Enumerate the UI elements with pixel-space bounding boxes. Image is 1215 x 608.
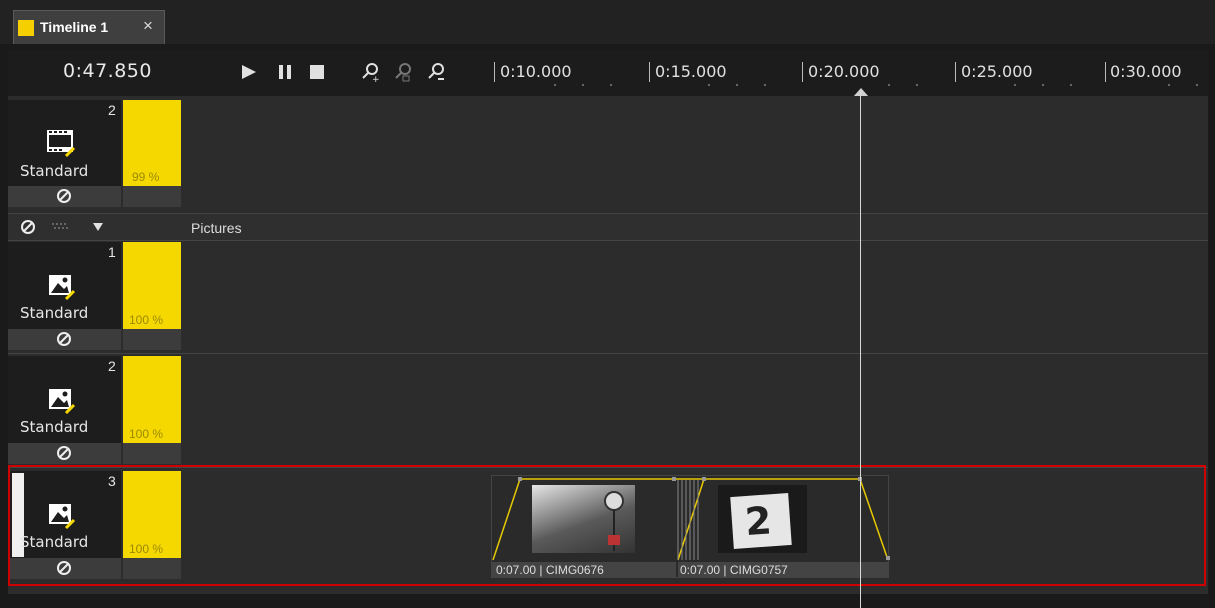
chevron-down-icon[interactable]: [92, 222, 104, 232]
ruler-label: 0:20.000: [808, 62, 880, 81]
track-number: 1: [108, 244, 116, 260]
svg-text:+: +: [372, 75, 380, 83]
ruler-minor-tick: [1070, 84, 1072, 86]
tab-bar: Timeline 1 ×: [0, 0, 1215, 44]
disabled-icon[interactable]: [56, 188, 72, 204]
track-volume-footer: [123, 186, 181, 207]
ruler-minor-tick: [916, 84, 918, 86]
ruler-label: 0:15.000: [655, 62, 727, 81]
disabled-icon[interactable]: [56, 331, 72, 347]
disabled-icon[interactable]: [56, 445, 72, 461]
track-percent: 100 %: [129, 313, 164, 327]
track-separator: [8, 353, 1208, 354]
zoom-fit-icon[interactable]: [393, 61, 415, 83]
track-label: Standard: [20, 304, 89, 322]
track-percent: 100 %: [129, 427, 164, 441]
ruler-label: 0:10.000: [500, 62, 572, 81]
pause-icon[interactable]: [274, 61, 296, 83]
disabled-icon[interactable]: [20, 219, 36, 235]
ruler-minor-tick: [736, 84, 738, 86]
ruler-minor-tick: [708, 84, 710, 86]
playhead-line[interactable]: [860, 90, 861, 608]
ruler-minor-tick: [554, 84, 556, 86]
track-volume-footer: [123, 329, 181, 350]
image-icon: [49, 275, 76, 300]
track-percent: 99 %: [132, 170, 160, 184]
tab-timeline-1[interactable]: Timeline 1 ×: [13, 10, 165, 44]
ruler-minor-tick: [888, 84, 890, 86]
track-group-row[interactable]: Pictures: [8, 213, 1208, 241]
ruler-tick: [802, 62, 803, 82]
group-name: Pictures: [191, 220, 242, 236]
track-header[interactable]: 2 Standard: [8, 100, 121, 186]
track-number: 2: [108, 358, 116, 374]
track-header[interactable]: 1 Standard: [8, 242, 121, 329]
tab-title: Timeline 1: [40, 19, 109, 35]
ruler-tick: [955, 62, 956, 82]
zoom-in-icon[interactable]: +: [360, 61, 382, 83]
track-number: 2: [108, 102, 116, 118]
ruler-tick: [1105, 62, 1106, 82]
image-icon: [49, 389, 76, 414]
stop-icon[interactable]: [306, 61, 328, 83]
timeline-toolbar: 0:47.850 + 0:10.000 0:15.000 0:20.000 0:…: [8, 50, 1208, 97]
grid-icon[interactable]: [52, 221, 70, 233]
track-header[interactable]: 2 Standard: [8, 356, 121, 443]
film-icon: [47, 130, 76, 158]
ruler-minor-tick: [1042, 84, 1044, 86]
track-label: Standard: [20, 418, 89, 436]
play-icon[interactable]: [238, 61, 260, 83]
zoom-out-icon[interactable]: [426, 61, 448, 83]
track-footer: [8, 443, 121, 464]
tab-color-swatch: [18, 20, 34, 36]
track-footer: [8, 329, 121, 350]
track-volume-bar[interactable]: 99 %: [123, 100, 181, 186]
track-volume-footer: [123, 443, 181, 464]
ruler-minor-tick: [1014, 84, 1016, 86]
ruler-label: 0:30.000: [1110, 62, 1182, 81]
track-volume-bar[interactable]: 100 %: [123, 242, 181, 329]
ruler-minor-tick: [610, 84, 612, 86]
track-volume-bar[interactable]: 100 %: [123, 356, 181, 443]
ruler-tick: [649, 62, 650, 82]
ruler-minor-tick: [1196, 84, 1198, 86]
ruler-minor-tick: [582, 84, 584, 86]
ruler-tick: [494, 62, 495, 82]
track-footer: [8, 186, 121, 207]
ruler-minor-tick: [1168, 84, 1170, 86]
track-label: Standard: [20, 162, 89, 180]
ruler-minor-tick: [764, 84, 766, 86]
selection-highlight: [8, 465, 1206, 586]
close-icon[interactable]: ×: [143, 16, 153, 36]
current-time-display: 0:47.850: [63, 60, 152, 82]
ruler-label: 0:25.000: [961, 62, 1033, 81]
